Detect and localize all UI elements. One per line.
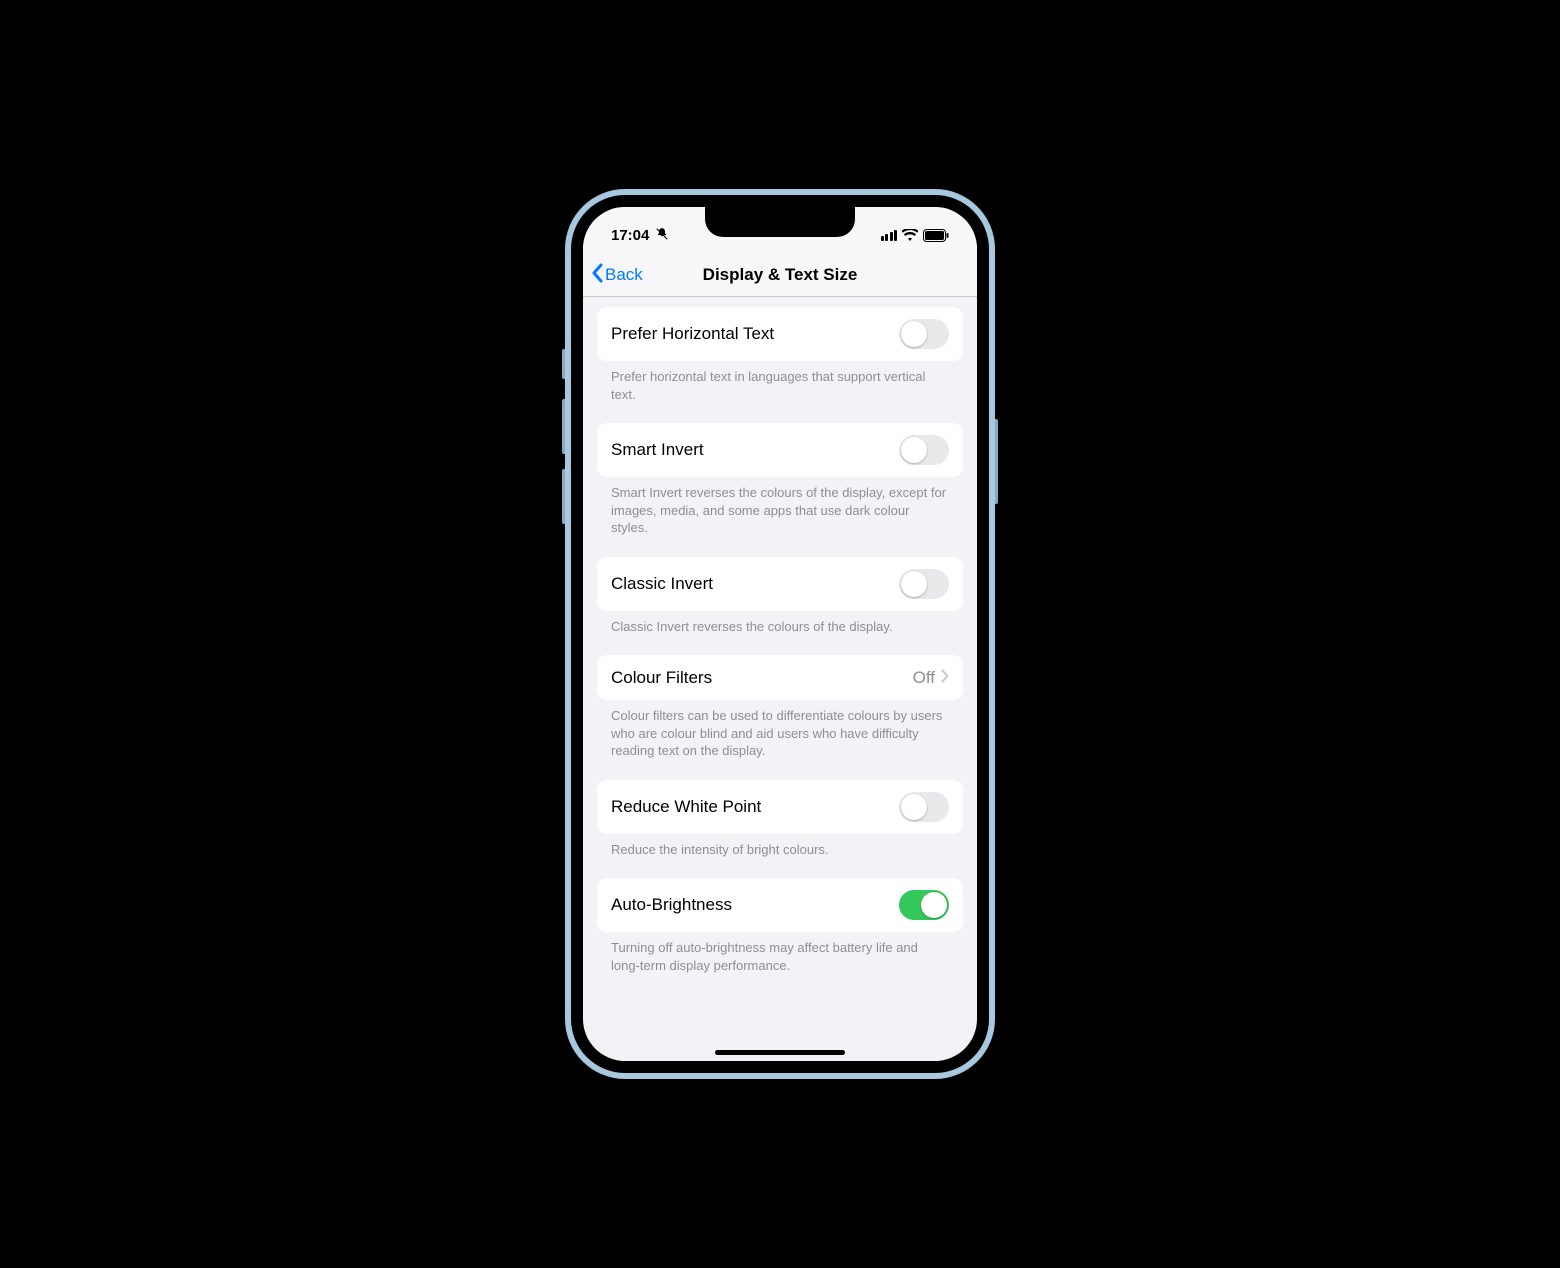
reduce-white-point-row[interactable]: Reduce White Point [597,780,963,834]
smart-invert-switch[interactable] [899,435,949,465]
reduce-white-point-footer: Reduce the intensity of bright colours. [597,834,963,859]
prefer-horizontal-text-switch[interactable] [899,319,949,349]
auto-brightness-label: Auto-Brightness [611,895,732,915]
reduce-white-point-label: Reduce White Point [611,797,761,817]
smart-invert-footer: Smart Invert reverses the colours of the… [597,477,963,537]
smart-invert-label: Smart Invert [611,440,704,460]
silent-icon [655,227,669,244]
settings-list: Prefer Horizontal Text Prefer horizontal… [583,297,977,1061]
back-label: Back [605,265,643,285]
colour-filters-footer: Colour filters can be used to differenti… [597,700,963,760]
smart-invert-row[interactable]: Smart Invert [597,423,963,477]
page-title: Display & Text Size [703,265,858,285]
battery-icon [923,229,949,242]
chevron-right-icon [941,667,949,688]
colour-filters-label: Colour Filters [611,668,712,688]
wifi-icon [902,229,918,241]
nav-bar: Back Display & Text Size [583,253,977,297]
back-button[interactable]: Back [591,263,643,287]
classic-invert-row[interactable]: Classic Invert [597,557,963,611]
auto-brightness-switch[interactable] [899,890,949,920]
cellular-icon [881,230,898,241]
classic-invert-footer: Classic Invert reverses the colours of t… [597,611,963,636]
auto-brightness-row[interactable]: Auto-Brightness [597,878,963,932]
classic-invert-switch[interactable] [899,569,949,599]
chevron-left-icon [591,263,603,287]
classic-invert-label: Classic Invert [611,574,713,594]
phone-notch [705,207,855,237]
prefer-horizontal-text-footer: Prefer horizontal text in languages that… [597,361,963,403]
reduce-white-point-switch[interactable] [899,792,949,822]
auto-brightness-footer: Turning off auto-brightness may affect b… [597,932,963,974]
prefer-horizontal-text-row[interactable]: Prefer Horizontal Text [597,307,963,361]
phone-frame: 17:04 [565,189,995,1079]
colour-filters-row[interactable]: Colour Filters Off [597,655,963,700]
prefer-horizontal-text-label: Prefer Horizontal Text [611,324,774,344]
colour-filters-value: Off [913,668,935,688]
status-time: 17:04 [611,227,649,244]
home-indicator[interactable] [715,1050,845,1055]
